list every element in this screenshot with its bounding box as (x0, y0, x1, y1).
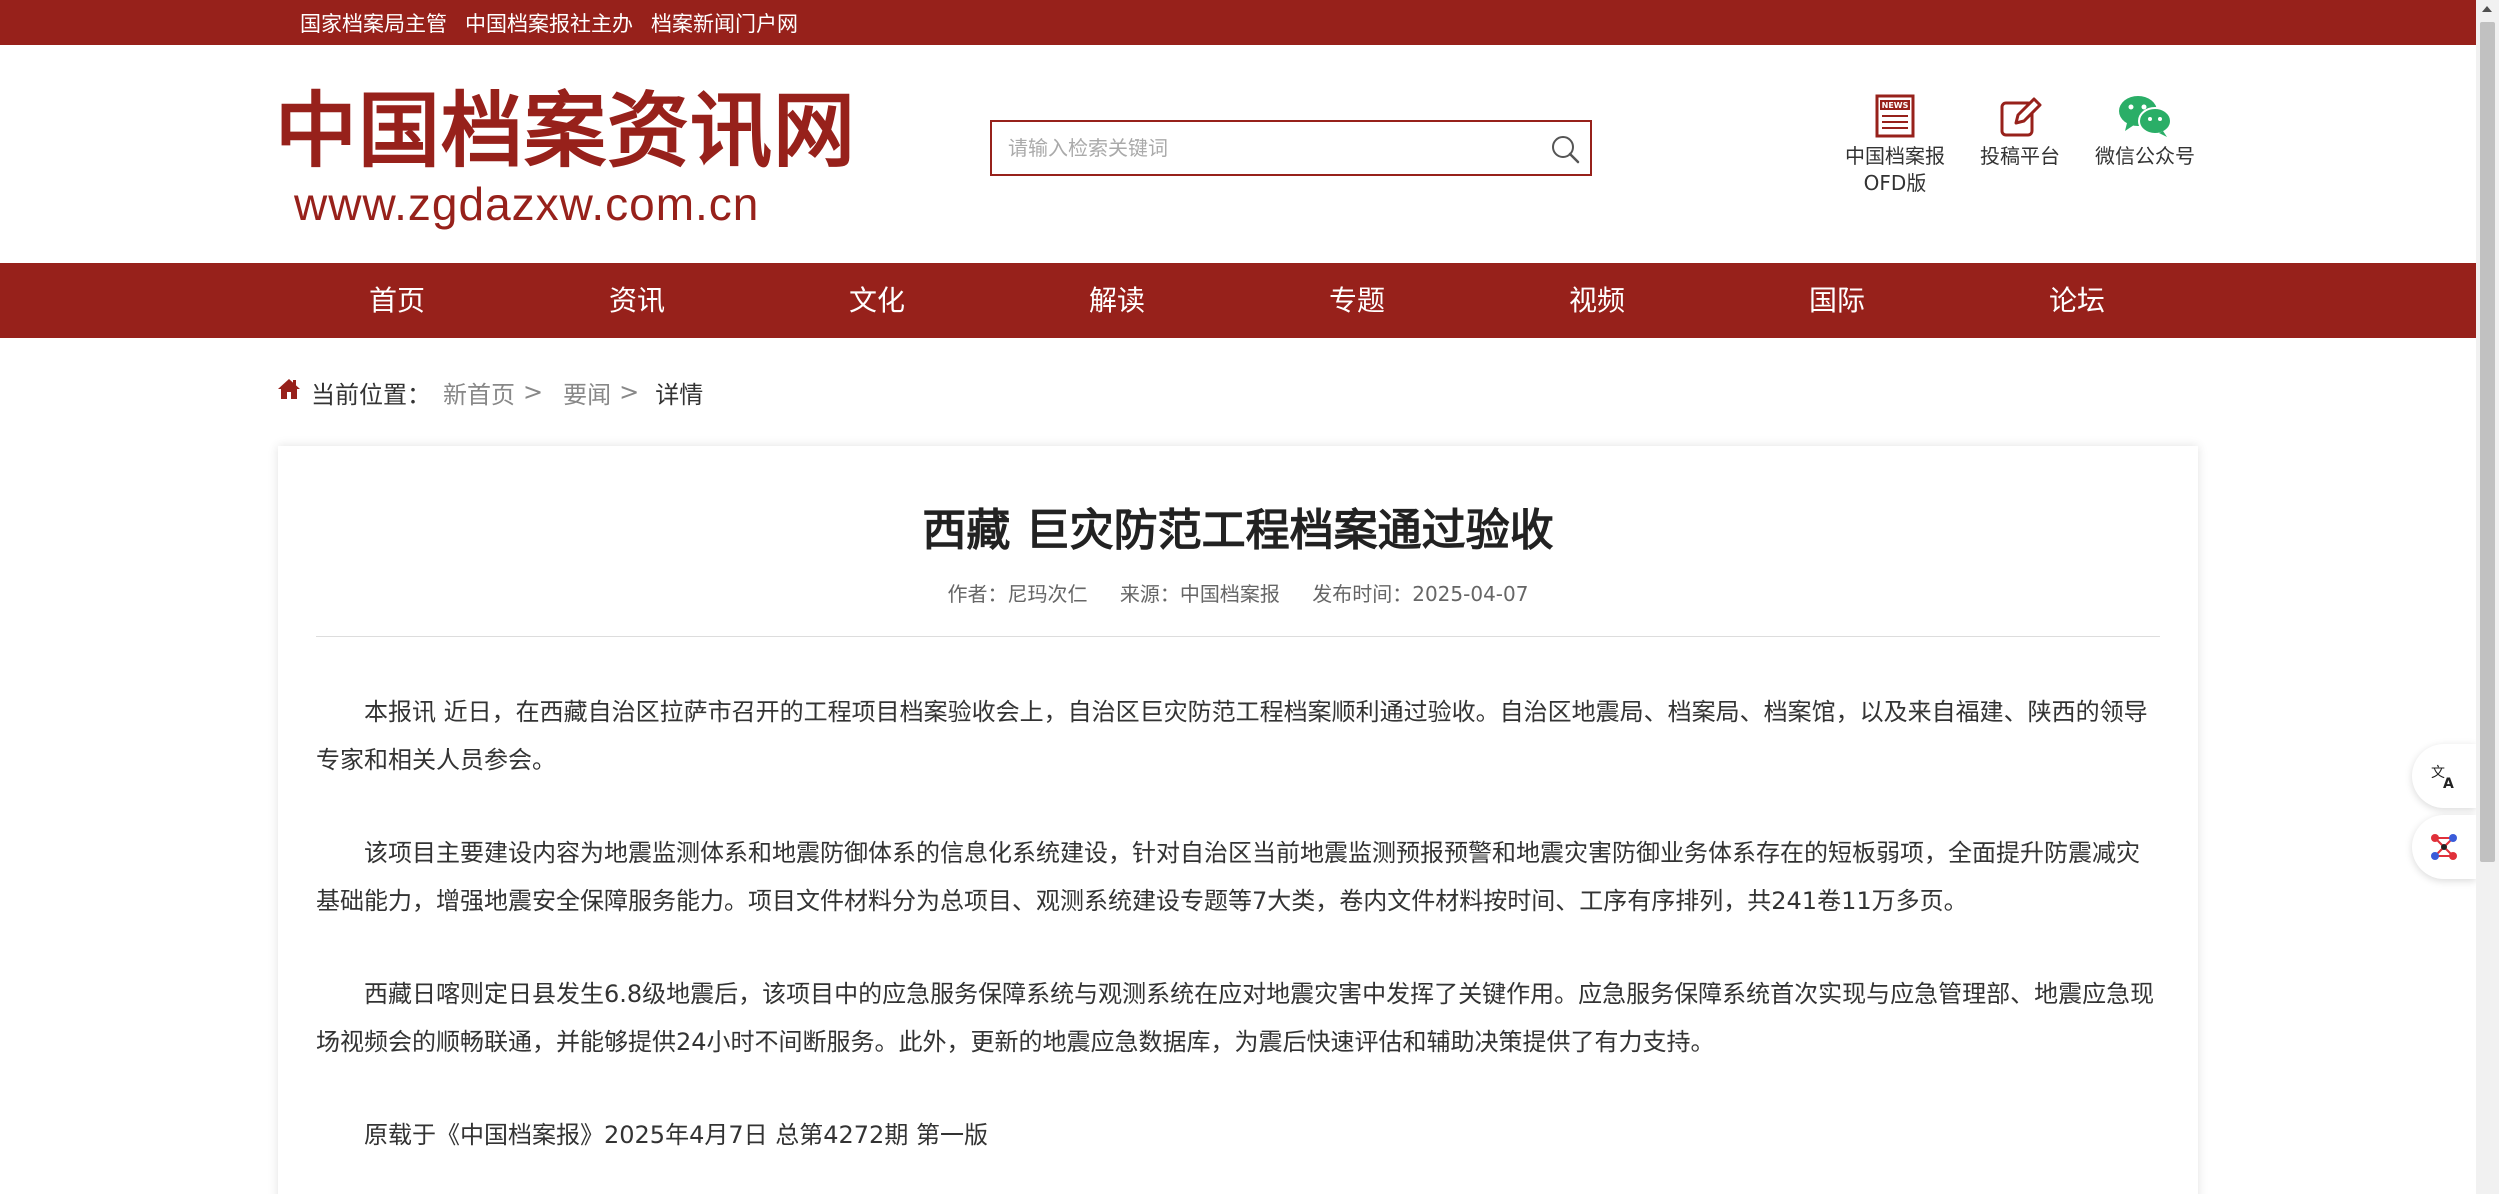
scroll-up-arrow[interactable] (2482, 6, 2492, 12)
home-icon (277, 377, 301, 407)
tool-wechat[interactable]: 微信公众号 (2080, 87, 2210, 170)
top-bar-links: 国家档案局主管 中国档案报社主办 档案新闻门户网 (300, 0, 798, 45)
breadcrumb-label: 当前位置： (311, 380, 431, 409)
edit-icon (1955, 87, 2085, 139)
tool-submission[interactable]: 投稿平台 (1955, 87, 2085, 170)
scrollbar[interactable] (2476, 0, 2499, 1194)
article-paragraph: 该项目主要建设内容为地震监测体系和地震防御体系的信息化系统建设，针对自治区当前地… (316, 839, 2140, 915)
tool-label: 微信公众号 (2095, 144, 2195, 168)
article-author: 作者：尼玛次仁 (947, 582, 1088, 606)
top-link-portal[interactable]: 档案新闻门户网 (651, 8, 798, 38)
svg-text:A: A (2443, 776, 2454, 791)
nav-item-international[interactable]: 国际 (1717, 263, 1957, 338)
nav-item-news[interactable]: 资讯 (517, 263, 757, 338)
article-body: 本报讯 近日，在西藏自治区拉萨市召开的工程项目档案验收会上，自治区巨灾防范工程档… (316, 688, 2160, 1194)
ai-assistant-icon[interactable] (2412, 815, 2476, 879)
newspaper-icon: NEWS (1830, 87, 1960, 139)
logo-url: www.zgdazxw.com.cn (294, 178, 760, 230)
tool-newspaper-ofd[interactable]: NEWS 中国档案报 OFD版 (1830, 87, 1960, 197)
top-link-supervisor[interactable]: 国家档案局主管 (300, 8, 447, 38)
breadcrumb-link-headlines[interactable]: 要闻 (563, 375, 611, 410)
tool-label: 中国档案报 (1845, 144, 1945, 168)
nav-item-forum[interactable]: 论坛 (1957, 263, 2197, 338)
translate-icon[interactable]: 文 A (2412, 744, 2476, 808)
top-bar: 国家档案局主管 中国档案报社主办 档案新闻门户网 (0, 0, 2476, 45)
nav-item-video[interactable]: 视频 (1477, 263, 1717, 338)
article-card: 西藏 巨灾防范工程档案通过验收 作者：尼玛次仁 来源：中国档案报 发布时间：20… (278, 446, 2198, 1194)
scrollbar-thumb[interactable] (2480, 22, 2495, 862)
site-logo[interactable]: 中国档案资讯网 www.zgdazxw.com.cn (275, 83, 857, 233)
nav-item-interpretation[interactable]: 解读 (997, 263, 1237, 338)
article-date: 发布时间：2025-04-07 (1312, 582, 1529, 606)
nav-item-culture[interactable]: 文化 (757, 263, 997, 338)
article-title: 西藏 巨灾防范工程档案通过验收 (922, 505, 1554, 556)
logo-name: 中国档案资讯网 (275, 83, 857, 179)
breadcrumb: 当前位置： 新首页 > 要闻 > 详情 (277, 372, 703, 412)
article-paragraph: 西藏日喀则定日县发生6.8级地震后，该项目中的应急服务保障系统与观测系统在应对地… (316, 980, 2155, 1056)
breadcrumb-current: 详情 (655, 380, 704, 409)
nav-item-home[interactable]: 首页 (277, 263, 517, 338)
tool-label: 投稿平台 (1980, 144, 2060, 168)
wechat-icon (2080, 87, 2210, 139)
article-meta: 作者：尼玛次仁 来源：中国档案报 发布时间：2025-04-07 (278, 578, 2198, 607)
header: 中国档案资讯网 www.zgdazxw.com.cn NEWS (0, 45, 2476, 263)
search-input[interactable] (992, 122, 1532, 174)
tool-label-sub: OFD版 (1863, 171, 1927, 195)
article-paragraph: 本报讯 近日，在西藏自治区拉萨市召开的工程项目档案验收会上，自治区巨灾防范工程档… (316, 698, 2148, 774)
top-link-organizer[interactable]: 中国档案报社主办 (465, 8, 633, 38)
main-nav: 首页 资讯 文化 解读 专题 视频 国际 论坛 (0, 263, 2476, 338)
breadcrumb-separator: > (523, 378, 544, 406)
article-divider (316, 636, 2160, 637)
breadcrumb-link-home[interactable]: 新首页 (443, 375, 515, 410)
breadcrumb-separator: > (619, 378, 640, 406)
search-box (990, 120, 1592, 176)
search-icon[interactable] (1548, 132, 1582, 166)
article-source: 来源：中国档案报 (1119, 582, 1280, 606)
article-paragraph: 原载于《中国档案报》2025年4月7日 总第4272期 第一版 (364, 1121, 988, 1149)
nav-item-topics[interactable]: 专题 (1237, 263, 1477, 338)
svg-text:NEWS: NEWS (1882, 101, 1909, 110)
